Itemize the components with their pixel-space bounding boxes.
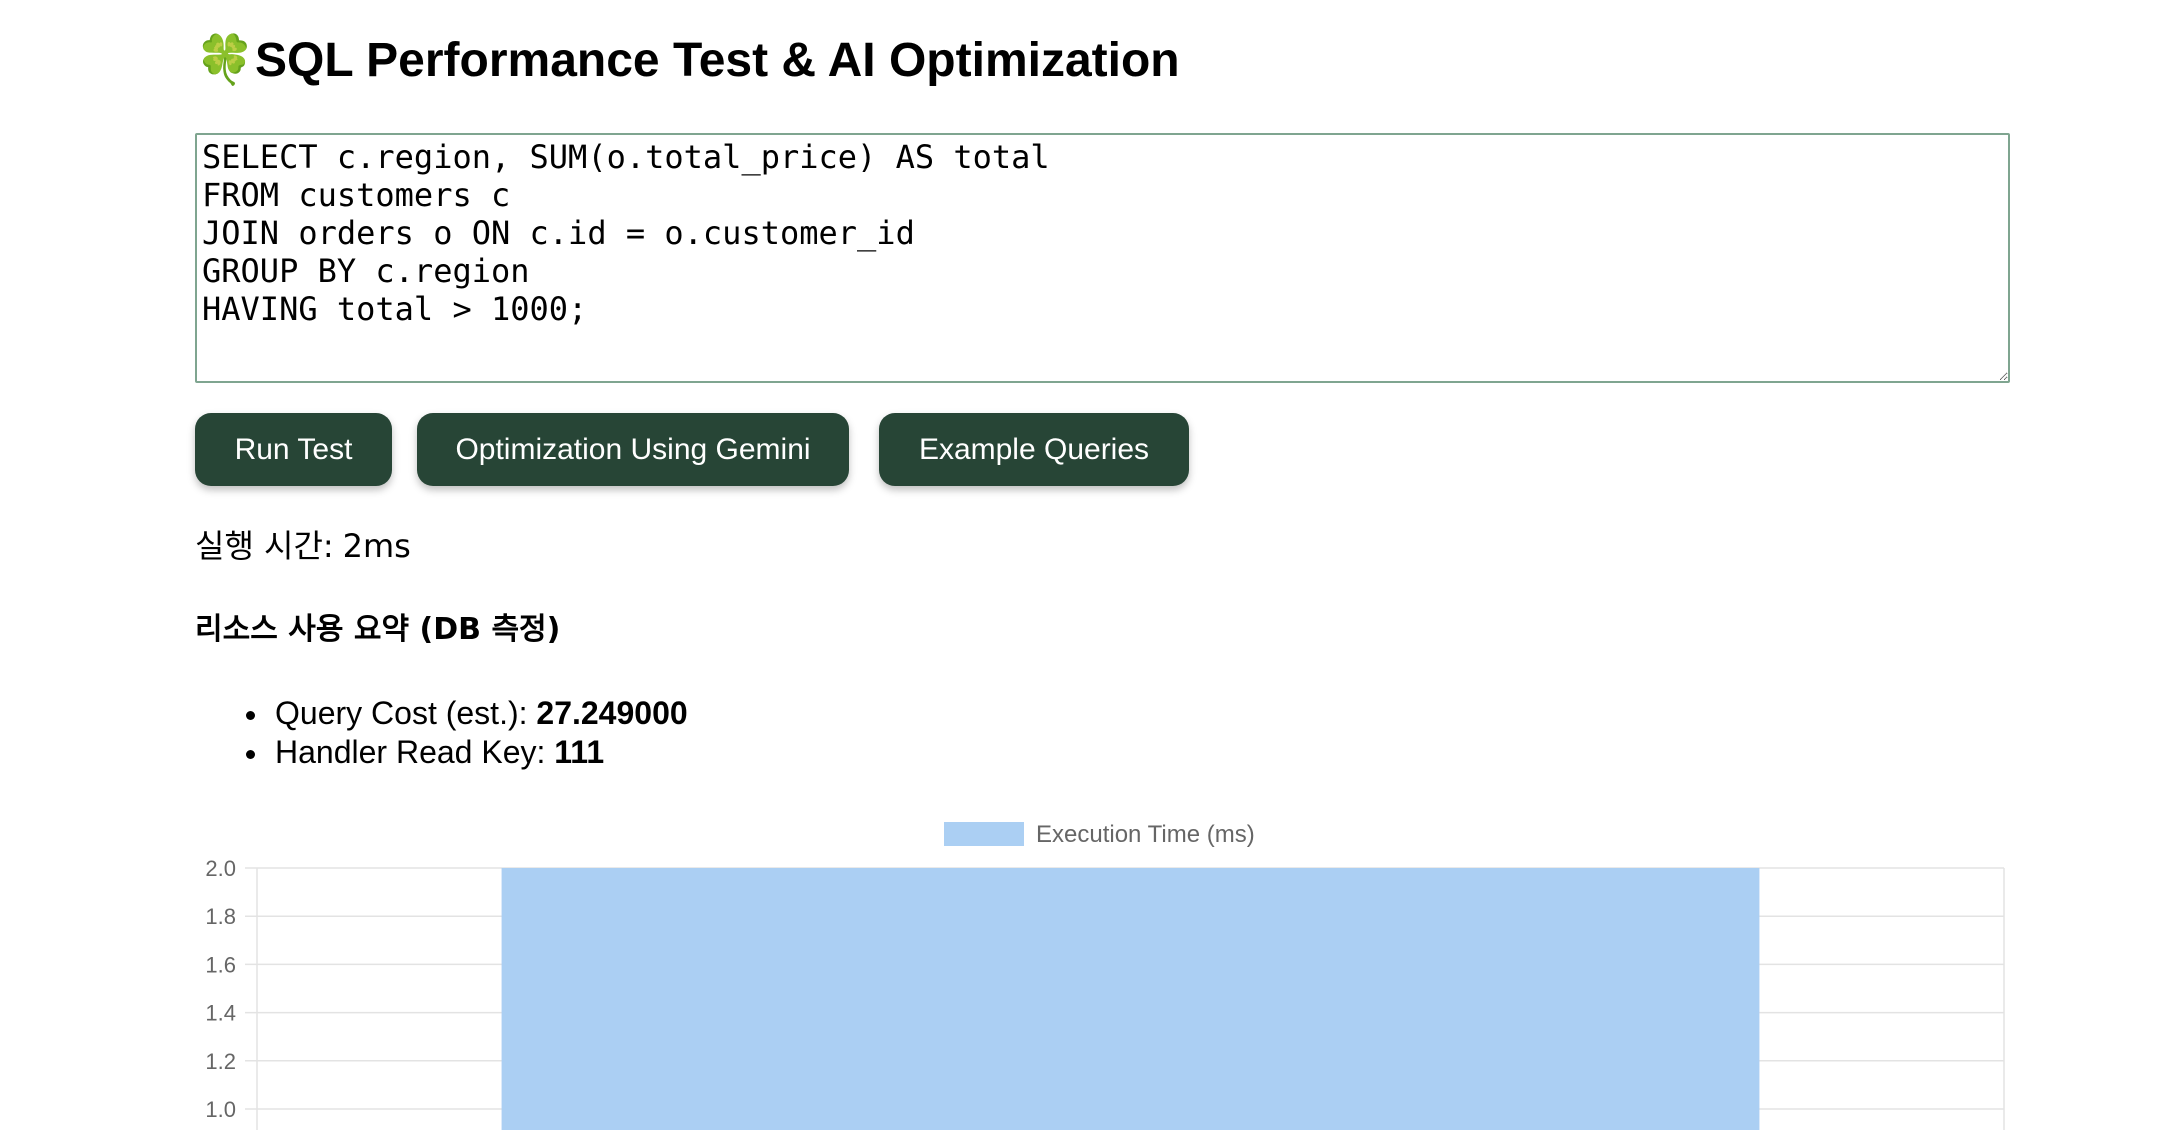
y-tick-label: 1.8 xyxy=(205,904,236,929)
y-tick-label: 1.2 xyxy=(205,1049,236,1074)
y-tick-label: 1.6 xyxy=(205,952,236,977)
legend-swatch xyxy=(944,822,1024,846)
legend-label: Execution Time (ms) xyxy=(1036,821,1255,848)
y-tick-label: 2.0 xyxy=(205,856,236,881)
bar-execution-time xyxy=(501,868,1760,1130)
execution-time-chart: 2.0 1.8 1.6 1.4 1.2 1.0 Execution Time (ms) xyxy=(205,821,2005,1130)
y-tick-label: 1.4 xyxy=(205,1001,236,1026)
y-tick-label: 1.0 xyxy=(205,1097,236,1122)
